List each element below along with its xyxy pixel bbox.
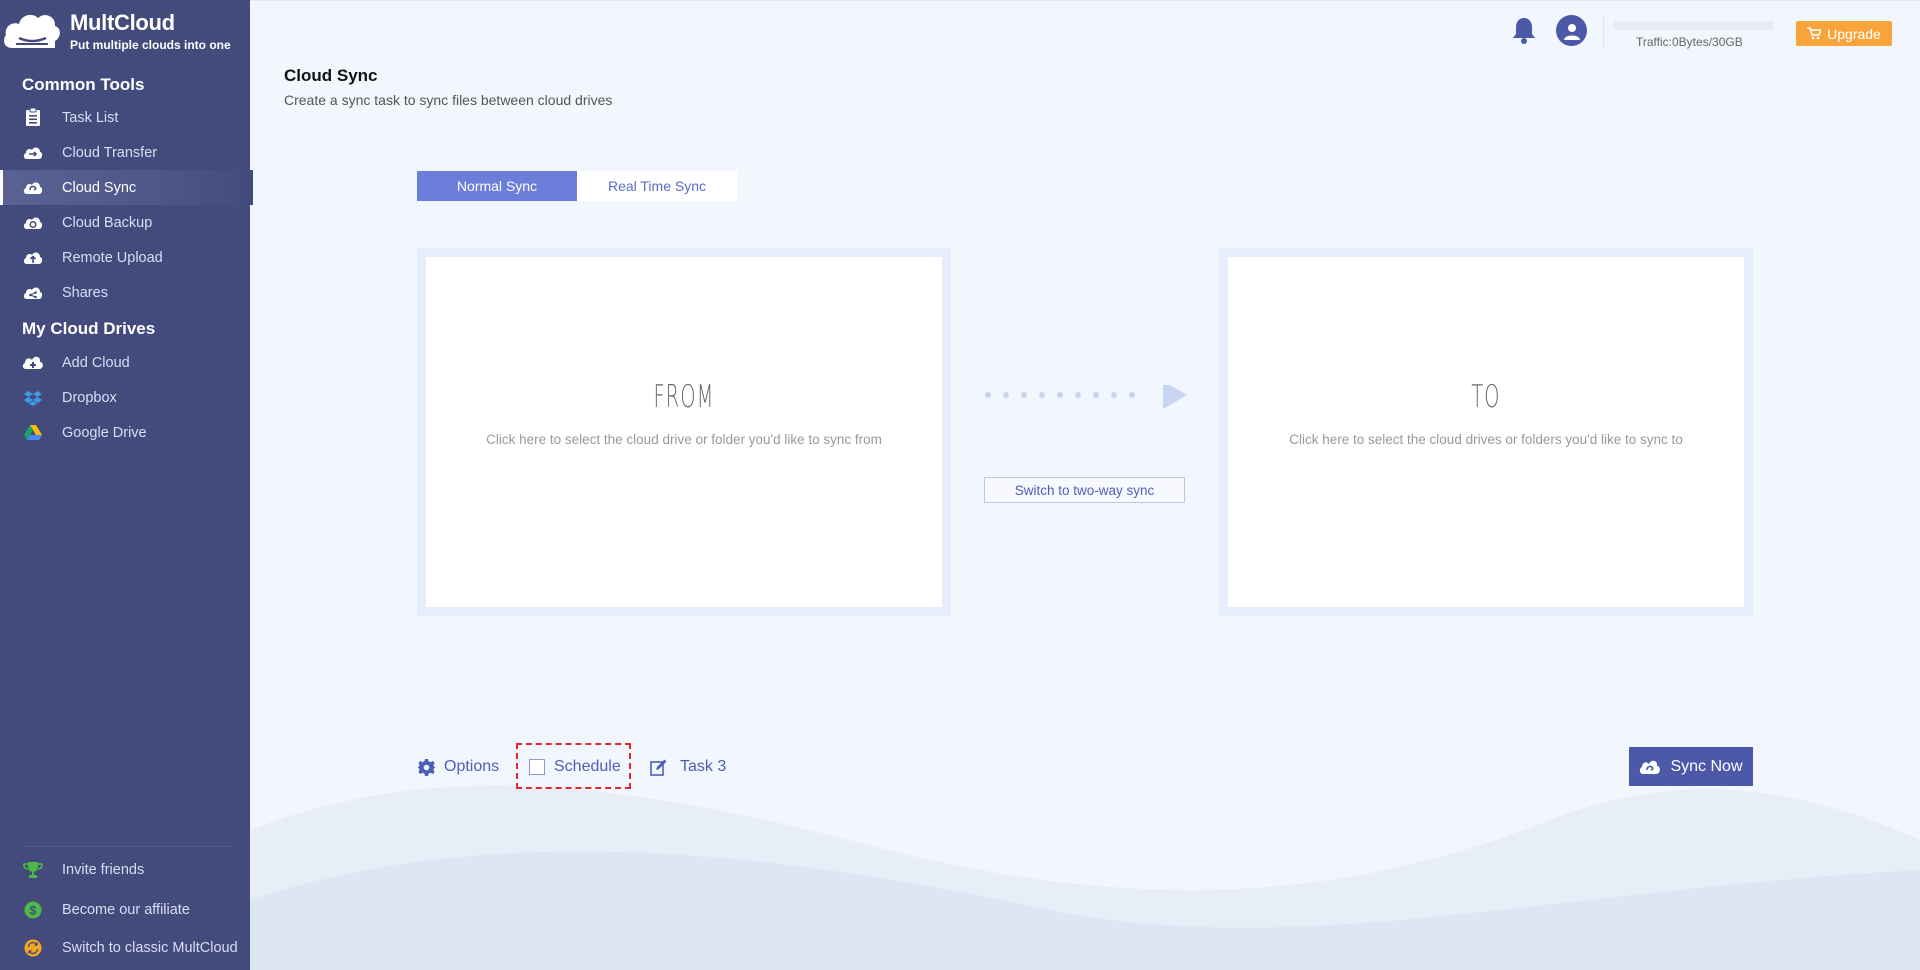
sidebar-item-label: Google Drive (62, 424, 147, 441)
sync-now-label: Sync Now (1670, 757, 1743, 775)
topbar-divider (250, 0, 1920, 1)
tab-real-time-sync[interactable]: Real Time Sync (577, 171, 737, 201)
dollar-icon: $ (22, 899, 44, 921)
sidebar-item-cloud-transfer[interactable]: Cloud Transfer (0, 135, 250, 170)
sidebar-item-cloud-backup[interactable]: Cloud Backup (0, 205, 250, 240)
user-icon (1563, 23, 1580, 40)
sidebar-item-label: Cloud Transfer (62, 144, 158, 161)
sidebar: MultCloud Put multiple clouds into one C… (0, 0, 253, 970)
switch-icon (22, 937, 44, 959)
tab-normal-sync[interactable]: Normal Sync (417, 171, 577, 201)
multcloud-logo-icon (4, 14, 60, 49)
cloud-transfer-icon (22, 142, 44, 164)
options-label: Options (444, 758, 500, 775)
cloud-add-icon (22, 352, 44, 374)
to-panel-description: Click here to select the cloud drives or… (1289, 432, 1683, 447)
sidebar-item-google-drive[interactable]: Google Drive (0, 415, 250, 450)
options-button[interactable]: Options (418, 756, 499, 778)
schedule-checkbox[interactable]: Schedule (529, 756, 621, 778)
sidebar-item-invite-friends[interactable]: Invite friends (0, 852, 250, 887)
page-subtitle: Create a sync task to sync files between… (284, 92, 613, 108)
sidebar-item-label: Remote Upload (62, 249, 163, 266)
sidebar-item-remote-upload[interactable]: Remote Upload (0, 240, 250, 275)
sidebar-item-label: Add Cloud (62, 354, 130, 371)
sidebar-item-affiliate[interactable]: $ Become our affiliate (0, 892, 250, 927)
sync-now-button[interactable]: Sync Now (1629, 747, 1753, 786)
clipboard-icon (22, 107, 44, 129)
cloud-sync-icon (1640, 760, 1661, 774)
to-panel[interactable]: TO Click here to select the cloud drives… (1228, 257, 1744, 607)
task-name-label: Task 3 (680, 758, 727, 775)
sidebar-item-label: Dropbox (62, 389, 117, 406)
app-name: MultCloud (70, 10, 175, 35)
cloud-share-icon (22, 282, 44, 304)
sidebar-item-label: Switch to classic MultCloud (62, 939, 238, 956)
from-panel-description: Click here to select the cloud drive or … (486, 432, 882, 447)
user-avatar[interactable] (1556, 15, 1587, 46)
gear-icon (418, 758, 435, 776)
cloud-sync-icon (22, 177, 44, 199)
sidebar-item-label: Cloud Sync (62, 179, 137, 196)
cloud-upload-icon (22, 247, 44, 269)
trophy-icon (22, 859, 44, 881)
upgrade-button[interactable]: Upgrade (1796, 21, 1892, 46)
switch-two-way-sync-button[interactable]: Switch to two-way sync (984, 477, 1185, 503)
sidebar-item-label: Become our affiliate (62, 901, 190, 918)
upgrade-label: Upgrade (1827, 25, 1881, 42)
sidebar-item-label: Shares (62, 284, 108, 301)
from-panel-title: FROM (653, 379, 715, 415)
page-title: Cloud Sync (284, 66, 378, 85)
section-title-my-cloud-drives: My Cloud Drives (22, 319, 156, 338)
sidebar-item-task-list[interactable]: Task List (0, 100, 250, 135)
dropbox-icon (22, 387, 44, 409)
sidebar-item-label: Task List (62, 109, 119, 126)
cloud-backup-icon (22, 212, 44, 234)
logo[interactable]: MultCloud Put multiple clouds into one (0, 8, 250, 58)
to-panel-title: TO (1471, 379, 1501, 415)
sidebar-item-switch-classic[interactable]: Switch to classic MultCloud (0, 930, 250, 965)
to-panel-frame: TO Click here to select the cloud drives… (1219, 248, 1753, 616)
from-panel-frame: FROM Click here to select the cloud driv… (417, 248, 951, 616)
sidebar-item-shares[interactable]: Shares (0, 275, 250, 310)
app-tagline: Put multiple clouds into one (70, 38, 231, 52)
edit-icon (650, 759, 667, 776)
section-title-common-tools: Common Tools (22, 75, 145, 94)
sidebar-item-label: Invite friends (62, 861, 145, 878)
sync-direction-arrow-icon (985, 385, 1187, 409)
schedule-label: Schedule (554, 758, 621, 775)
cart-icon (1807, 27, 1822, 40)
sidebar-item-label: Cloud Backup (62, 214, 153, 231)
topbar-separator (1603, 16, 1604, 48)
from-panel[interactable]: FROM Click here to select the cloud driv… (426, 257, 942, 607)
traffic-label: Traffic:0Bytes/30GB (1636, 35, 1743, 49)
task-name-edit[interactable]: Task 3 (650, 756, 726, 778)
svg-text:$: $ (30, 903, 37, 917)
sidebar-item-add-cloud[interactable]: Add Cloud (0, 345, 250, 380)
sidebar-item-dropbox[interactable]: Dropbox (0, 380, 250, 415)
sidebar-item-cloud-sync[interactable]: Cloud Sync (0, 170, 253, 205)
traffic-progress-bar (1614, 21, 1774, 30)
google-drive-icon (22, 422, 44, 444)
bell-icon[interactable] (1512, 16, 1536, 44)
checkbox-icon[interactable] (529, 759, 545, 775)
sidebar-divider (22, 846, 232, 847)
background-waves (250, 785, 1920, 970)
